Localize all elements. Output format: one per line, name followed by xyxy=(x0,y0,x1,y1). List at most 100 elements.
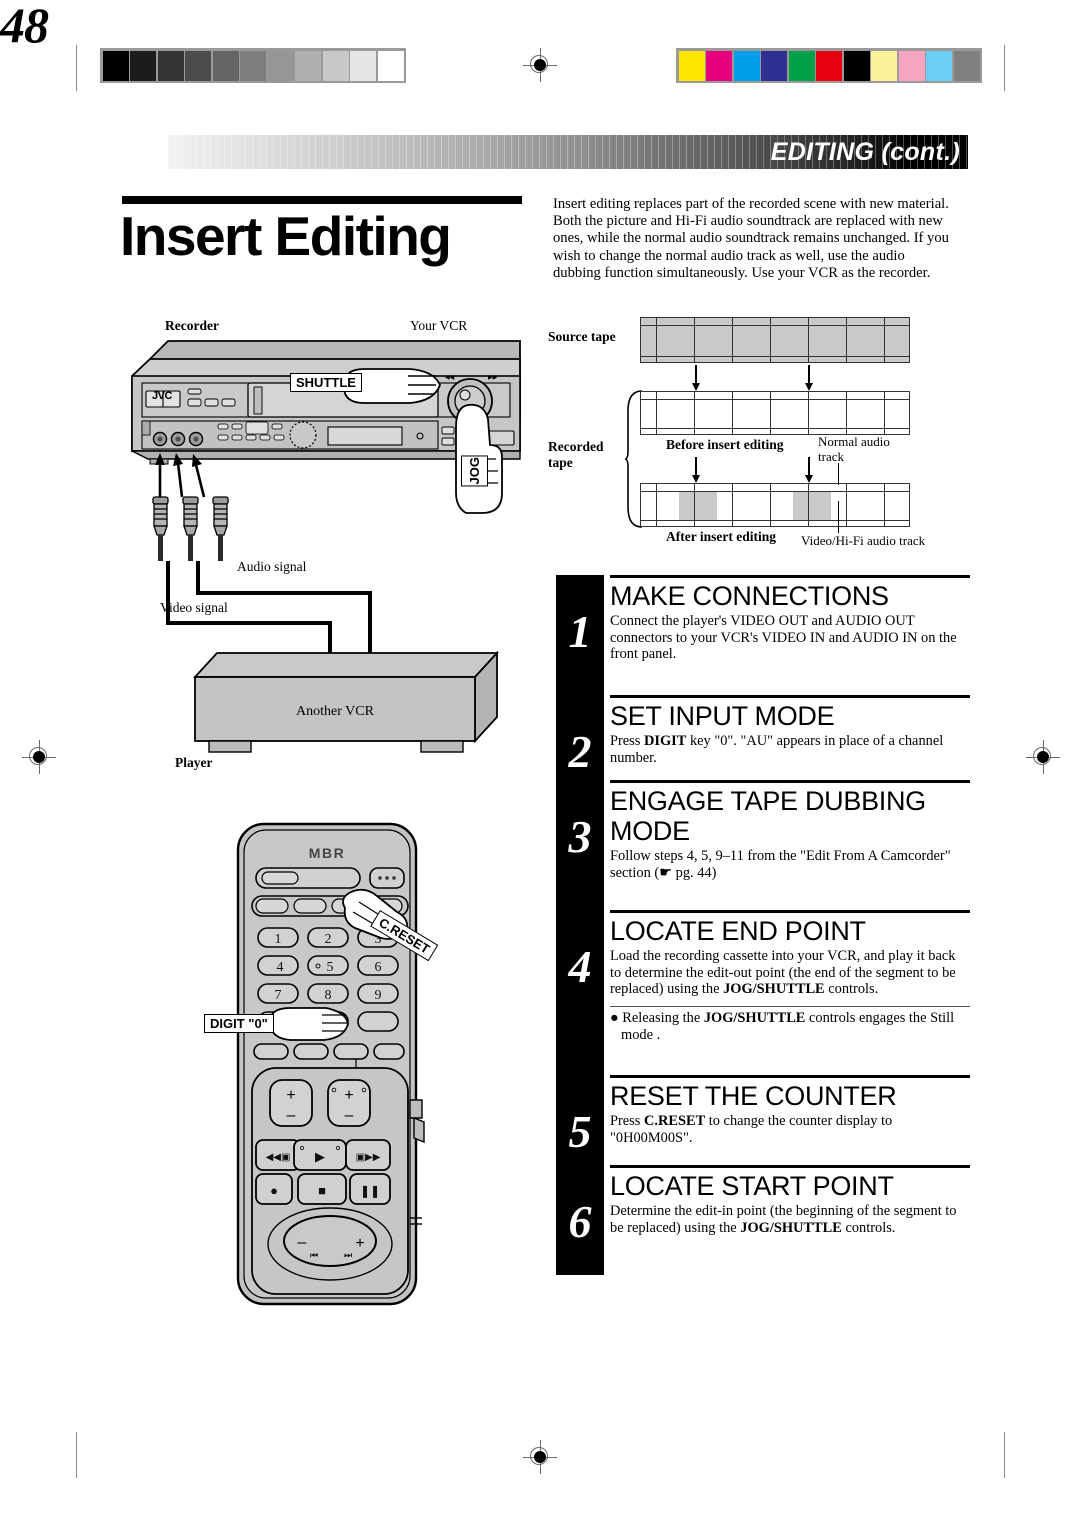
svg-text:JVC: JVC xyxy=(152,390,172,402)
svg-text:MBR: MBR xyxy=(309,845,345,861)
connection-diagram: Recorder Your VCR ◀◀ ▶▶ JVC Audio signal… xyxy=(120,305,540,775)
shuttle-callout: SHUTTLE xyxy=(290,373,362,392)
page-title: Insert Editing xyxy=(120,205,452,267)
step-note-rule xyxy=(610,1005,970,1008)
svg-text:4: 4 xyxy=(277,960,284,975)
video-hifi-track-label: Video/Hi-Fi audio track xyxy=(801,533,926,548)
intro-paragraph: Insert editing replaces part of the reco… xyxy=(553,196,949,281)
step-body: Press DIGIT key "0". "AU" appears in pla… xyxy=(610,733,944,766)
player-label: Player xyxy=(175,755,213,770)
section-header-title: EDITING (cont.) xyxy=(770,138,960,166)
before-insert-label: Before insert editing xyxy=(666,437,784,452)
crop-mark-top-right xyxy=(1004,45,1006,91)
step-rule xyxy=(610,910,970,913)
recorded-tape-label-line1: Recorded xyxy=(548,439,604,454)
step-number-column: 1 2 3 4 5 6 xyxy=(556,575,604,1275)
before-insert-strip xyxy=(640,391,910,435)
after-insert-strip xyxy=(640,483,910,527)
step-title: ENGAGE TAPE DUBBING MODE xyxy=(610,786,926,846)
calibration-swatch xyxy=(130,50,156,81)
step-4: LOCATE END POINT Load the recording casse… xyxy=(610,910,970,1044)
svg-text:+: + xyxy=(286,1087,295,1104)
jog-callout: JOG xyxy=(461,455,488,487)
step-number-5: 5 xyxy=(568,1106,592,1157)
step-3: ENGAGE TAPE DUBBING MODE Follow steps 4, … xyxy=(610,780,970,881)
leader-line-video-hifi xyxy=(838,501,840,533)
remote-control-illustration: MBR 123 456 789 + – + – ◀◀▣ ▶ ▣▶▶ ● ■ ❚❚… xyxy=(204,818,439,1310)
step-1: MAKE CONNECTIONS Connect the player's VID… xyxy=(610,575,970,663)
svg-text:8: 8 xyxy=(325,988,332,1003)
svg-text:●: ● xyxy=(270,1183,278,1198)
step-number-3: 3 xyxy=(568,811,592,862)
step-rule xyxy=(610,780,970,783)
source-tape-label: Source tape xyxy=(548,329,616,344)
step-title: LOCATE END POINT xyxy=(610,916,866,946)
source-tape-strip xyxy=(640,317,910,363)
step-rule xyxy=(610,695,970,698)
svg-text:5: 5 xyxy=(327,960,334,975)
crop-mark-bottom-left xyxy=(76,1432,78,1478)
title-rule xyxy=(122,196,522,204)
registration-mark-left xyxy=(22,740,56,774)
step-body: Follow steps 4, 5, 9–11 from the "Edit F… xyxy=(610,848,951,881)
recorded-tape-label: Recorded tape xyxy=(548,439,603,471)
step-number-2: 2 xyxy=(568,726,592,777)
svg-text:◀◀▣: ◀◀▣ xyxy=(266,1152,291,1163)
step-body: Press C.RESET to change the counter disp… xyxy=(610,1113,893,1146)
svg-text:+: + xyxy=(344,1087,353,1104)
svg-text:1: 1 xyxy=(275,932,282,947)
step-number-1: 1 xyxy=(568,606,592,657)
calibration-swatch xyxy=(788,50,815,81)
svg-text:❚❚: ❚❚ xyxy=(360,1184,380,1198)
calibration-swatch xyxy=(102,50,129,81)
svg-text:–: – xyxy=(345,1107,354,1124)
after-insert-label: After insert editing xyxy=(666,529,776,544)
svg-text:+: + xyxy=(355,1235,364,1252)
step-title: MAKE CONNECTIONS xyxy=(610,581,889,611)
step-2: SET INPUT MODE Press DIGIT key "0". "AU" … xyxy=(610,695,970,766)
section-header-bar: EDITING (cont.) xyxy=(168,135,968,169)
digit-zero-callout: DIGIT "0" xyxy=(204,1014,274,1033)
svg-text:▶: ▶ xyxy=(315,1149,325,1164)
audio-signal-label: Audio signal xyxy=(237,559,307,574)
calibration-swatch xyxy=(898,50,925,81)
step-rule xyxy=(610,1075,970,1078)
recorded-tape-label-line2: tape xyxy=(548,455,573,470)
step-rule xyxy=(610,1165,970,1168)
step-title: RESET THE COUNTER xyxy=(610,1081,897,1111)
leader-line-normal-audio xyxy=(838,463,840,485)
svg-text:⏮: ⏮ xyxy=(310,1250,318,1260)
hand-pointing-digit0 xyxy=(269,1007,349,1041)
player-vcr-illustration: Another VCR xyxy=(192,650,500,753)
svg-text:■: ■ xyxy=(318,1183,326,1198)
step-number-6: 6 xyxy=(568,1196,592,1247)
rca-plugs-illustration xyxy=(152,453,229,561)
registration-mark-bottom xyxy=(523,1440,557,1474)
svg-text:Another VCR: Another VCR xyxy=(296,704,375,719)
step-rule xyxy=(610,575,970,578)
calibration-swatch xyxy=(295,50,321,81)
calibration-swatch xyxy=(678,50,705,81)
step-note: ● Releasing the JOG/SHUTTLE controls eng… xyxy=(610,1010,955,1043)
svg-text:▣▶▶: ▣▶▶ xyxy=(356,1152,381,1163)
calibration-swatch xyxy=(350,50,376,81)
svg-text:⏭: ⏭ xyxy=(344,1250,352,1260)
crop-mark-bottom-right xyxy=(1004,1432,1006,1478)
step-6: LOCATE START POINT Determine the edit-in … xyxy=(610,1165,970,1236)
calibration-swatch xyxy=(871,50,897,81)
step-body: Load the recording cassette into your VC… xyxy=(610,948,956,998)
svg-text:9: 9 xyxy=(375,988,382,1003)
step-5: RESET THE COUNTER Press C.RESET to change… xyxy=(610,1075,970,1146)
step-title: SET INPUT MODE xyxy=(610,701,835,731)
calibration-swatch xyxy=(157,50,184,81)
video-signal-label: Video signal xyxy=(160,600,228,615)
calibration-swatch xyxy=(733,50,760,81)
step-body: Connect the player's VIDEO OUT and AUDIO… xyxy=(610,613,957,663)
step-number-4: 4 xyxy=(568,941,592,992)
registration-mark-top xyxy=(523,48,557,82)
calibration-swatch xyxy=(706,50,732,81)
svg-text:–: – xyxy=(287,1107,296,1124)
calibration-swatch xyxy=(185,50,211,81)
crop-mark-top-left xyxy=(76,45,78,91)
calibration-swatch xyxy=(843,50,870,81)
